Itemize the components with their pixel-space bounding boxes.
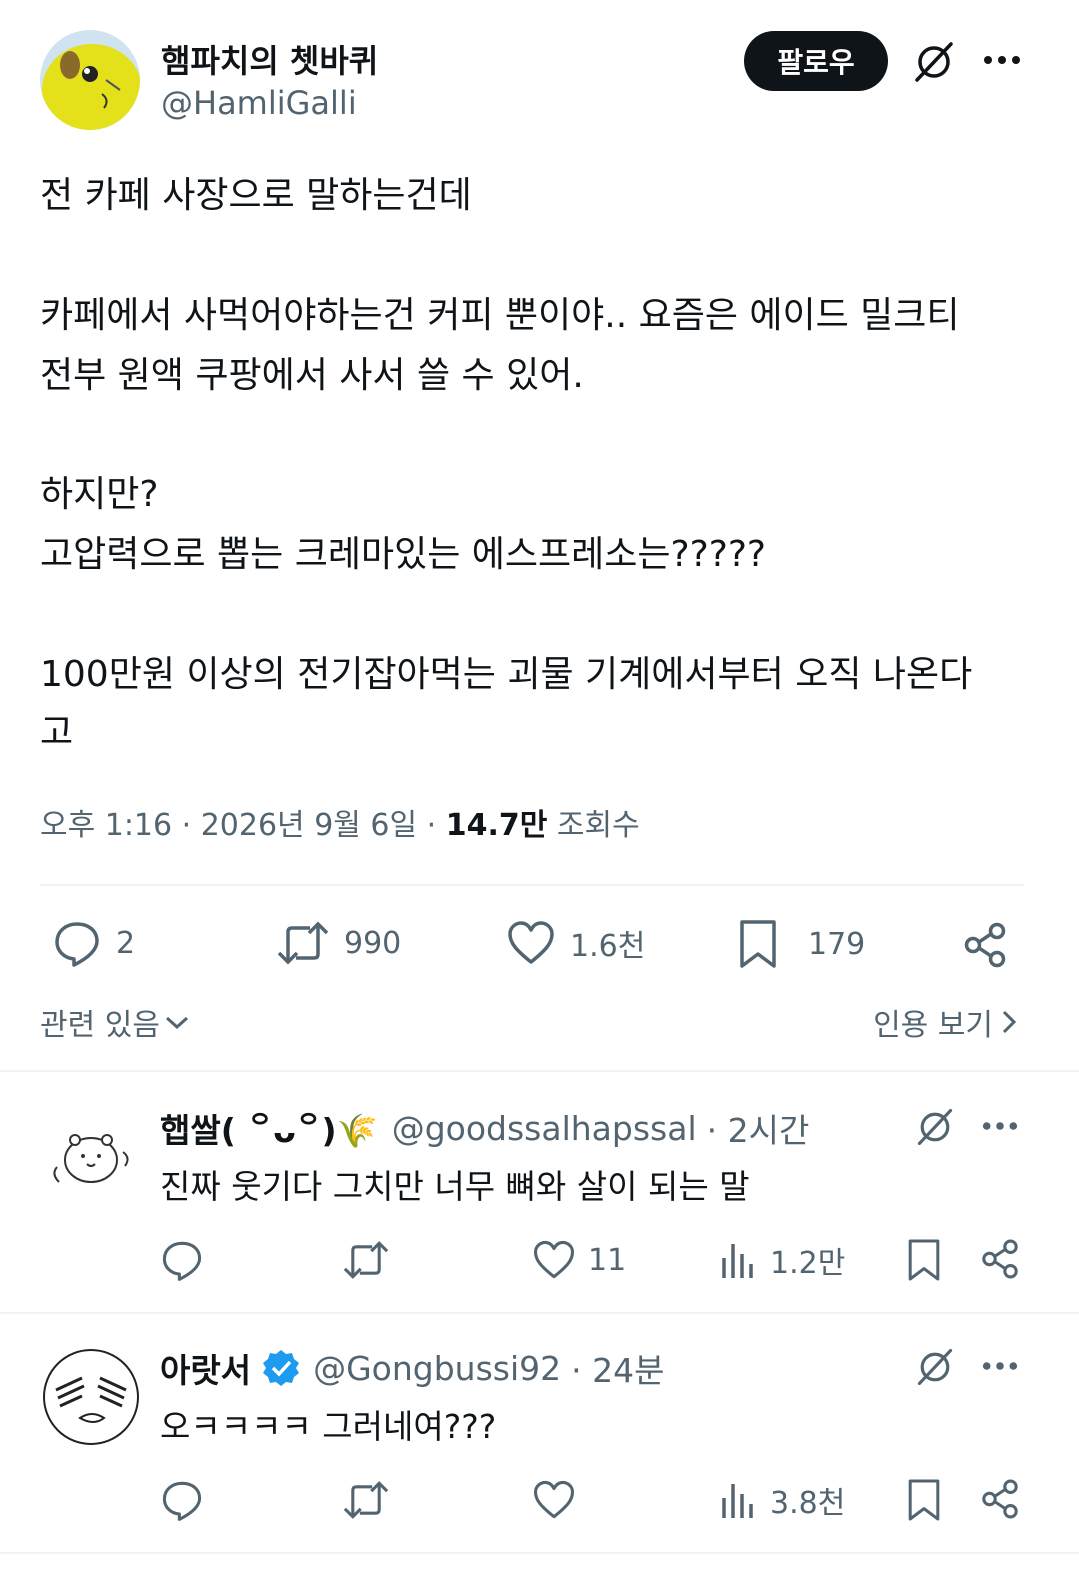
- bookmark-button[interactable]: 179: [736, 918, 865, 970]
- bookmark-icon: [736, 918, 780, 970]
- reply-author-name[interactable]: 햅쌀( ꒪ᴗ꒪)🌾: [160, 1104, 378, 1152]
- reply-icon: [160, 1238, 204, 1282]
- grok-icon[interactable]: [910, 1104, 960, 1150]
- like-icon: [532, 1478, 576, 1522]
- divider: [0, 1552, 1079, 1554]
- view-quotes-link[interactable]: 인용 보기: [873, 1000, 1017, 1044]
- like-count: 11: [588, 1242, 627, 1278]
- reply-avatar[interactable]: [42, 1348, 140, 1446]
- reply-header: 아랏서 @Gongbussi92 · 24분: [160, 1344, 664, 1392]
- repost-count: 990: [344, 925, 402, 961]
- more-icon[interactable]: [978, 40, 1026, 80]
- tweet-text-line: 고압력으로 뽑는 크레마있는 에스프레소는?????: [40, 534, 767, 575]
- repost-icon: [342, 1478, 390, 1522]
- reply-icon: [52, 918, 102, 968]
- reply-avatar[interactable]: [45, 1112, 135, 1202]
- tweet-text-line: 고: [40, 712, 74, 753]
- views-count: 3.8천: [770, 1486, 846, 1521]
- author-name[interactable]: 햄파치의 쳇바퀴: [161, 36, 378, 82]
- author-avatar[interactable]: [40, 30, 140, 130]
- reply-header: 햅쌀( ꒪ᴗ꒪)🌾 @goodssalhapssal · 2시간: [160, 1104, 809, 1152]
- repost-button[interactable]: 990: [276, 918, 401, 968]
- reply-count: 2: [116, 925, 136, 961]
- views-icon: [718, 1238, 758, 1282]
- like-button[interactable]: 1.6천: [506, 918, 645, 968]
- tweet-text-line: 100만원 이상의 전기잡아먹는 괴물 기계에서부터 오직 나온다: [40, 654, 973, 695]
- follow-button[interactable]: 팔로우: [744, 31, 888, 91]
- reply-text: 오ㅋㅋㅋㅋ 그러네여???: [160, 1407, 497, 1446]
- share-icon[interactable]: [978, 1236, 1022, 1282]
- grok-icon[interactable]: [910, 1344, 960, 1390]
- views-label: 조회수: [547, 808, 640, 843]
- like-button[interactable]: 11: [532, 1238, 626, 1282]
- bookmark-icon[interactable]: [903, 1236, 945, 1284]
- tweet-meta: 오후 1:16 · 2026년 9월 6일 · 14.7만 조회수: [40, 800, 640, 844]
- views-count: 14.7만: [445, 808, 548, 843]
- more-icon[interactable]: [980, 1106, 1020, 1146]
- bookmark-count: 179: [808, 926, 866, 962]
- quotes-label: 인용 보기: [873, 1008, 993, 1043]
- views-icon: [718, 1478, 758, 1522]
- reply-button[interactable]: [160, 1238, 216, 1282]
- like-button[interactable]: [532, 1478, 588, 1522]
- repost-icon: [342, 1238, 390, 1282]
- repost-button[interactable]: [342, 1238, 402, 1282]
- views-button[interactable]: 3.8천: [718, 1478, 845, 1522]
- tweet-text-line: 카페에서 사먹어야하는건 커피 뿐이야.. 요즘은 에이드 밀크티: [40, 295, 960, 336]
- bookmark-icon[interactable]: [903, 1476, 945, 1524]
- divider: [0, 1312, 1079, 1314]
- more-icon[interactable]: [980, 1346, 1020, 1386]
- tweet-text-line: 전 카페 사장으로 말하는건데: [40, 175, 472, 216]
- reply-time[interactable]: · 2시간: [707, 1104, 810, 1152]
- reply-button[interactable]: 2: [52, 918, 135, 968]
- related-toggle[interactable]: 관련 있음: [40, 1000, 190, 1044]
- chevron-down-icon: [164, 1012, 190, 1032]
- share-icon[interactable]: [960, 920, 1010, 970]
- author-handle[interactable]: @HamliGalli: [161, 84, 357, 122]
- divider: [40, 884, 1024, 886]
- repost-icon: [276, 918, 330, 968]
- share-icon[interactable]: [978, 1476, 1022, 1522]
- chevron-right-icon: [1001, 1008, 1017, 1036]
- grok-icon[interactable]: [908, 38, 960, 86]
- reply-time[interactable]: · 24분: [571, 1344, 664, 1392]
- reply-author-name[interactable]: 아랏서: [160, 1344, 251, 1392]
- reply-author-handle[interactable]: @goodssalhapssal: [392, 1109, 697, 1148]
- like-icon: [532, 1238, 576, 1282]
- like-icon: [506, 918, 556, 968]
- tweet-timestamp[interactable]: 오후 1:16 · 2026년 9월 6일 ·: [40, 808, 446, 843]
- views-button[interactable]: 1.2만: [718, 1238, 845, 1282]
- reply-text: 진짜 웃기다 그치만 너무 뼈와 살이 되는 말: [160, 1167, 750, 1206]
- like-count: 1.6천: [570, 929, 646, 964]
- views-count: 1.2만: [770, 1246, 846, 1281]
- related-label: 관련 있음: [40, 1008, 160, 1043]
- reply-author-handle[interactable]: @Gongbussi92: [313, 1349, 561, 1388]
- repost-button[interactable]: [342, 1478, 402, 1522]
- divider: [0, 1070, 1079, 1072]
- tweet-text-line: 하지만?: [40, 474, 159, 515]
- reply-icon: [160, 1478, 204, 1522]
- reply-button[interactable]: [160, 1478, 216, 1522]
- verified-icon: [261, 1348, 301, 1388]
- tweet-text-line: 전부 원액 쿠팡에서 사서 쓸 수 있어.: [40, 355, 584, 396]
